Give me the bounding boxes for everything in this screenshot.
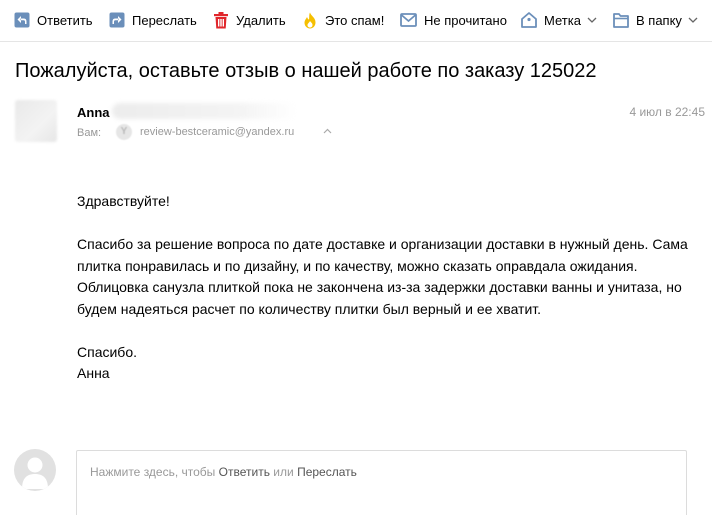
- label-button-label: Метка: [544, 12, 581, 28]
- forward-icon: [109, 12, 125, 28]
- tag-icon: [521, 12, 537, 28]
- sender-email-redacted: [112, 103, 297, 119]
- message-date: 4 июл в 22:45: [629, 105, 705, 119]
- recipient-label: Вам:: [77, 127, 102, 139]
- folder-icon: [613, 13, 629, 28]
- body-thanks: Спасибо.: [77, 343, 137, 360]
- recipient-address[interactable]: review-bestceramic@yandex.ru: [140, 126, 294, 138]
- message-subject: Пожалуйста, оставьте отзыв о нашей работ…: [15, 60, 597, 82]
- envelope-icon: [400, 13, 417, 27]
- message-toolbar: Ответить Переслать Удалить Это спам! Не …: [0, 0, 712, 42]
- quick-reply-hint[interactable]: Нажмите здесь, чтобы Ответить или Пересл…: [90, 465, 357, 479]
- chevron-down-icon: [688, 17, 698, 23]
- quick-reply-prefix: Нажмите здесь, чтобы: [90, 465, 216, 479]
- message-body: Здравствуйте! Спасибо за решение вопроса…: [77, 191, 697, 385]
- chevron-down-icon: [587, 17, 597, 23]
- spam-button[interactable]: Это спам!: [302, 9, 384, 31]
- body-paragraph: Спасибо за решение вопроса по дате доста…: [77, 236, 688, 317]
- body-signature: Анна: [77, 365, 110, 381]
- mark-unread-button[interactable]: Не прочитано: [400, 9, 507, 31]
- user-avatar: [14, 449, 56, 491]
- forward-button-label: Переслать: [132, 12, 197, 28]
- move-to-folder-label: В папку: [636, 12, 682, 28]
- reply-button-label: Ответить: [37, 12, 93, 28]
- quick-reply-link[interactable]: Ответить: [219, 465, 270, 479]
- mark-unread-label: Не прочитано: [424, 12, 507, 28]
- trash-icon: [214, 11, 228, 28]
- label-button[interactable]: Метка: [521, 9, 597, 31]
- reply-icon: [14, 12, 30, 28]
- quick-reply-or: или: [273, 465, 294, 479]
- quick-reply-box[interactable]: [76, 450, 687, 515]
- fire-icon: [304, 12, 316, 28]
- sender-avatar[interactable]: [15, 100, 57, 142]
- delete-button[interactable]: Удалить: [213, 9, 286, 31]
- move-to-folder-button[interactable]: В папку: [613, 9, 698, 31]
- spam-button-label: Это спам!: [325, 12, 385, 28]
- sender-name[interactable]: Anna: [77, 105, 110, 120]
- chevron-up-icon[interactable]: [323, 128, 332, 134]
- body-greeting: Здравствуйте!: [77, 193, 170, 209]
- quick-forward-link[interactable]: Переслать: [297, 465, 357, 479]
- user-silhouette-icon: [22, 457, 48, 489]
- delete-button-label: Удалить: [236, 12, 286, 28]
- recipient-avatar-icon: Y: [116, 124, 132, 140]
- reply-button[interactable]: Ответить: [14, 9, 93, 31]
- forward-button[interactable]: Переслать: [109, 9, 197, 31]
